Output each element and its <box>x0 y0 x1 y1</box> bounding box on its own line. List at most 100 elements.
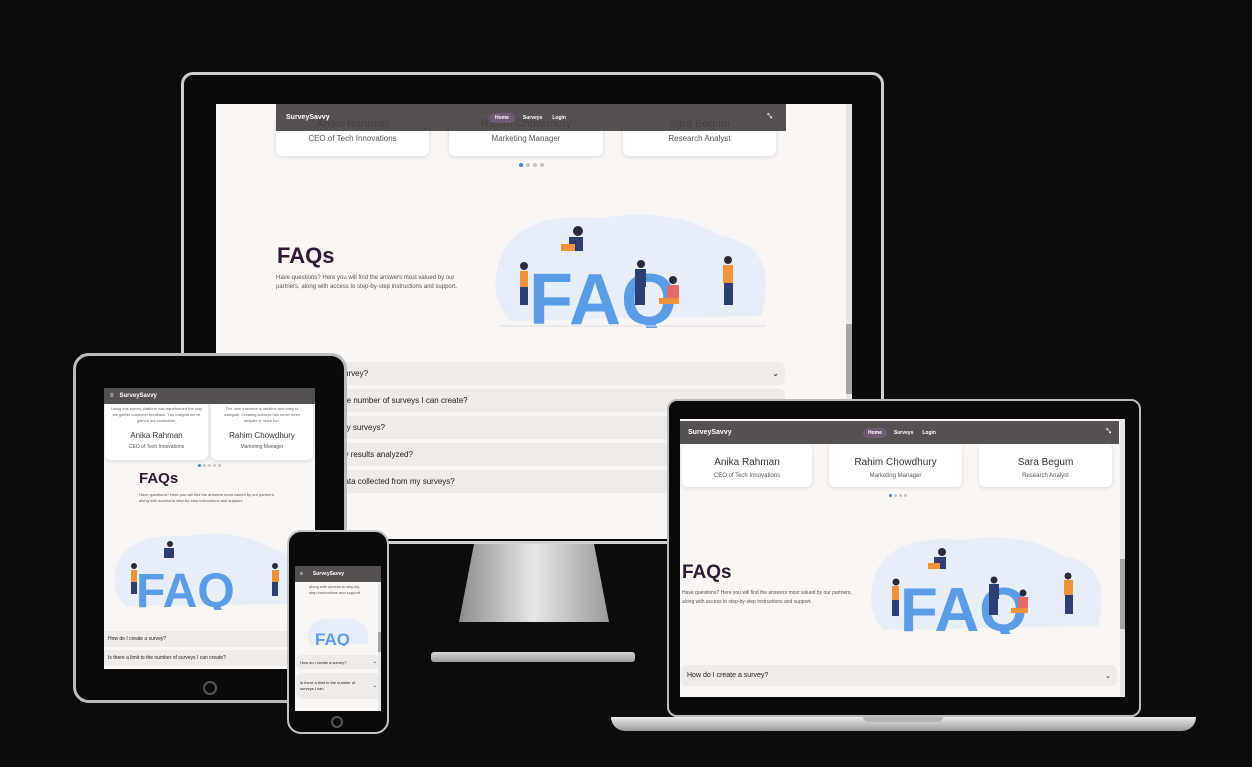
hamburger-menu-icon[interactable]: ≡ <box>300 571 303 577</box>
testimonial-name: Sara Begum <box>1017 457 1074 468</box>
nav-home[interactable]: Home <box>489 112 515 123</box>
faq-art-text: FAQ <box>900 576 1027 634</box>
faq-question-text: ey results analyzed? <box>340 450 413 459</box>
faq-question[interactable]: How do I create a survey? <box>104 631 315 647</box>
testimonial-card: Anika Rahman CEO of Tech Innovations <box>682 443 812 487</box>
laptop-scrollbar[interactable] <box>1120 419 1125 697</box>
faq-question-text: data collected from my surveys? <box>340 477 455 486</box>
carousel-dot[interactable] <box>899 494 902 497</box>
carousel-dot[interactable] <box>904 494 907 497</box>
scrollbar-thumb[interactable] <box>1120 559 1125 629</box>
faq-illustration: FAQ <box>871 537 1102 634</box>
brand-logo[interactable]: SurveySavvy <box>286 114 330 121</box>
testimonial-role: Marketing Manager <box>869 473 922 479</box>
faq-description: Have questions? Here you will find the a… <box>276 275 458 290</box>
navbar: SurveySavvy Home Surveys Login ⤡ <box>276 104 786 131</box>
carousel-dot[interactable] <box>526 163 530 167</box>
chevron-down-icon[interactable]: ⌄ <box>373 683 377 689</box>
testimonial-name: Rahim Chowdhury <box>229 431 295 440</box>
faq-question[interactable]: survey? ⌄ <box>276 362 785 385</box>
faq-illustration: FAQ <box>307 618 369 646</box>
testimonial-name: Anika Rahman <box>130 431 183 440</box>
faq-question[interactable]: How do I create a survey? ⌄ <box>296 655 380 669</box>
carousel-dot[interactable] <box>218 464 221 467</box>
testimonial-role: CEO of Tech Innovations <box>128 444 185 450</box>
faq-question[interactable]: Is there a limit to the number of survey… <box>296 673 380 699</box>
navbar: ≡ SurveySavvy <box>295 566 381 582</box>
testimonial-role: CEO of Tech Innovations <box>308 134 397 143</box>
testimonial-quote: The user interface is intuitive and easy… <box>223 406 301 423</box>
hamburger-menu-icon[interactable]: ≡ <box>110 393 114 399</box>
brand-logo[interactable]: SurveySavvy <box>120 393 157 399</box>
carousel-dot[interactable] <box>213 464 216 467</box>
scrollbar-thumb[interactable] <box>846 324 852 394</box>
testimonial-role: Research Analyst <box>1022 473 1069 479</box>
carousel-dot[interactable] <box>889 494 892 497</box>
carousel-dots[interactable] <box>889 494 907 497</box>
nav-toggle-icon[interactable]: ⤡ <box>767 114 772 121</box>
phone-home-button <box>331 716 343 728</box>
testimonial-role: CEO of Tech Innovations <box>713 473 781 479</box>
brand-logo[interactable]: SurveySavvy <box>313 571 344 577</box>
faq-question-text: Is there a limit to the number of survey… <box>108 655 226 661</box>
faq-title: FAQs <box>139 470 179 487</box>
navbar: SurveySavvy Home Surveys Login ⤡ <box>680 421 1119 444</box>
nav-links: Home Surveys Login <box>489 112 568 123</box>
monitor-stand <box>459 544 609 622</box>
faq-art-text: FAQ <box>136 565 235 610</box>
faq-question-text: How do I create a survey? <box>300 659 347 665</box>
carousel-dot[interactable] <box>208 464 211 467</box>
carousel-dot[interactable] <box>894 494 897 497</box>
testimonial-card: Sara Begum Research Analyst <box>979 443 1112 487</box>
faq-art-text: FAQ <box>315 630 350 646</box>
testimonial-role: Marketing Manager <box>491 134 561 143</box>
chevron-down-icon[interactable]: ⌄ <box>772 369 779 378</box>
laptop: Anika Rahman CEO of Tech Innovations Rah… <box>611 399 1196 739</box>
nav-toggle-icon[interactable]: ⤡ <box>1106 429 1111 436</box>
faq-title: FAQs <box>682 562 732 583</box>
faq-illustration: FAQ <box>114 533 301 610</box>
faq-question[interactable]: Is there a limit to the number of survey… <box>104 650 315 666</box>
nav-links: Home Surveys Login <box>863 427 938 438</box>
carousel-dots[interactable] <box>519 163 544 167</box>
nav-login[interactable]: Login <box>550 113 568 123</box>
laptop-notch <box>863 717 943 722</box>
carousel-dots[interactable] <box>198 464 221 467</box>
chevron-down-icon[interactable]: ⌄ <box>1105 672 1111 680</box>
scrollbar-thumb[interactable] <box>378 632 381 652</box>
navbar: ≡ SurveySavvy <box>104 388 315 404</box>
faq-illustration: FAQ <box>495 214 766 328</box>
brand-logo[interactable]: SurveySavvy <box>688 429 732 436</box>
phone: ≡ SurveySavvy along with access to step-… <box>287 530 389 734</box>
monitor-base <box>431 652 635 662</box>
nav-home[interactable]: Home <box>863 427 887 438</box>
phone-screen: ≡ SurveySavvy along with access to step-… <box>295 566 381 711</box>
carousel-dot[interactable] <box>203 464 206 467</box>
nav-surveys[interactable]: Surveys <box>892 428 915 438</box>
faq-question-text: the number of surveys I can create? <box>340 396 468 405</box>
testimonial-role: Research Analyst <box>668 134 731 143</box>
faq-description: Have questions? Here you will find the a… <box>682 590 852 605</box>
phone-scrollbar[interactable] <box>378 566 381 711</box>
faq-title: FAQs <box>277 243 335 268</box>
tablet-home-button <box>203 681 217 695</box>
faq-description: Have questions? Here you will find the a… <box>139 492 275 503</box>
laptop-screen: Anika Rahman CEO of Tech Innovations Rah… <box>680 419 1125 697</box>
carousel-dot[interactable] <box>198 464 201 467</box>
testimonial-quote: Using this survey platform has transform… <box>111 406 202 423</box>
faq-question[interactable]: How do I create a survey? ⌄ <box>681 665 1117 686</box>
chevron-down-icon[interactable]: ⌄ <box>373 659 377 665</box>
testimonial-name: Rahim Chowdhury <box>854 457 937 468</box>
carousel-dot[interactable] <box>533 163 537 167</box>
nav-surveys[interactable]: Surveys <box>521 113 544 123</box>
nav-login[interactable]: Login <box>920 428 938 438</box>
carousel-dot[interactable] <box>519 163 523 167</box>
faq-art-text: FAQ <box>529 260 677 328</box>
faq-question-text: How do I create a survey? <box>108 636 167 642</box>
testimonial-name: Anika Rahman <box>714 457 780 468</box>
faq-question-text: How do I create a survey? <box>687 672 769 679</box>
faq-question-text: Is there a limit to the number of survey… <box>300 680 356 691</box>
tablet-screen: Using this survey platform has transform… <box>104 388 315 669</box>
testimonial-role: Marketing Manager <box>240 444 284 450</box>
carousel-dot[interactable] <box>540 163 544 167</box>
